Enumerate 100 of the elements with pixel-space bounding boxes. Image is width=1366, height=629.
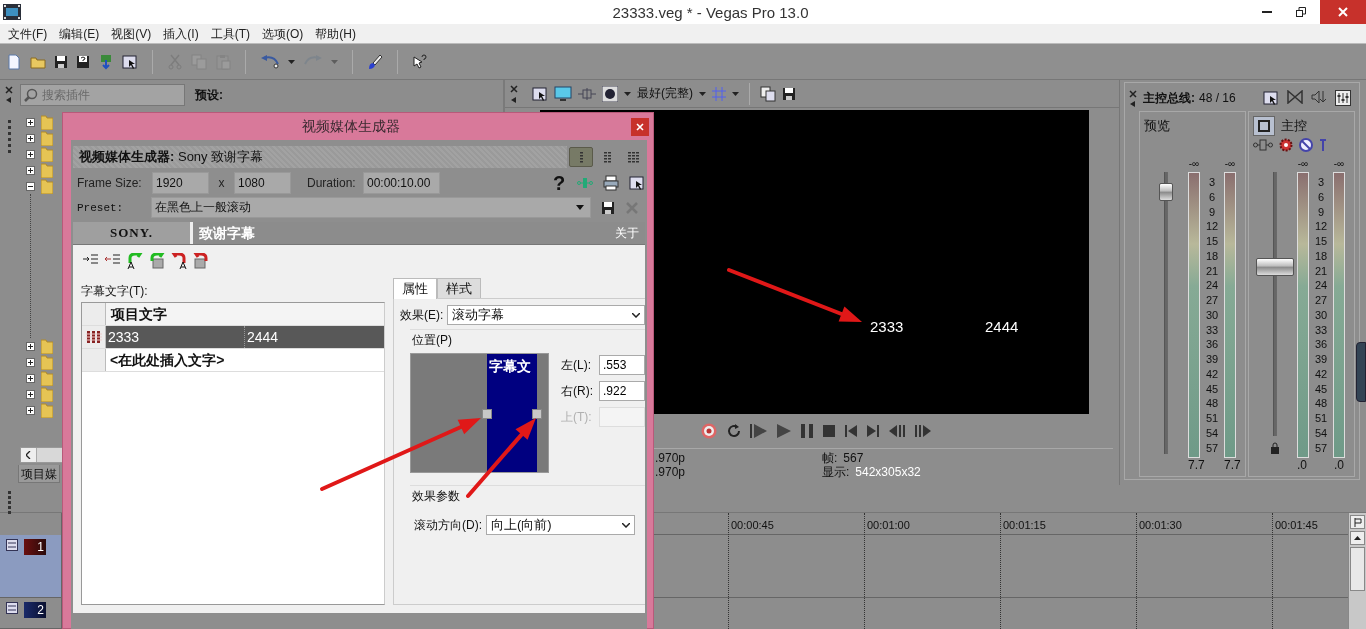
print-icon[interactable]: [603, 175, 619, 191]
grip-icon[interactable]: [8, 491, 11, 515]
loop-icon[interactable]: [726, 423, 742, 439]
expand-toggle[interactable]: [26, 389, 35, 399]
previous-frame-icon[interactable]: [888, 424, 906, 438]
help-button[interactable]: ?: [551, 173, 567, 193]
save-as-icon[interactable]: [76, 54, 90, 69]
app-icon[interactable]: [3, 4, 21, 20]
expand-toggle[interactable]: [26, 373, 35, 383]
expand-toggle[interactable]: [26, 341, 35, 351]
expand-toggle[interactable]: [26, 165, 35, 175]
downmix-icon[interactable]: [1287, 90, 1303, 104]
back-arrow-box-icon[interactable]: [193, 253, 209, 269]
help-pointer-icon[interactable]: [412, 53, 428, 70]
resize-handle[interactable]: [532, 409, 543, 419]
properties-icon[interactable]: [122, 53, 138, 70]
lock-icon[interactable]: [1270, 442, 1280, 454]
mixer-icon[interactable]: [1335, 90, 1351, 106]
record-icon[interactable]: [700, 422, 718, 440]
menu-item[interactable]: 工具(T): [204, 25, 256, 42]
expand-toggle[interactable]: [26, 133, 35, 143]
properties-icon[interactable]: [629, 175, 645, 191]
scroll-left-button[interactable]: [21, 448, 37, 462]
menu-item[interactable]: 编辑(E): [53, 25, 106, 42]
save-preset-icon[interactable]: [601, 200, 615, 215]
save-icon[interactable]: [54, 54, 68, 69]
close-icon[interactable]: [1129, 89, 1137, 98]
position-field[interactable]: .922: [599, 381, 645, 401]
close-button[interactable]: [1320, 0, 1366, 24]
brush-icon[interactable]: [367, 53, 383, 70]
caret-icon[interactable]: [624, 91, 631, 96]
menu-item[interactable]: 帮助(H): [309, 25, 362, 42]
tab[interactable]: 样式: [437, 278, 481, 298]
width-field[interactable]: 1920: [152, 172, 209, 194]
marker-button[interactable]: [1350, 515, 1365, 529]
go-to-end-icon[interactable]: [866, 424, 880, 438]
caption-row[interactable]: 2333 2444: [82, 326, 384, 349]
channel-button[interactable]: [1253, 116, 1275, 136]
position-field[interactable]: .553: [599, 355, 645, 375]
close-button[interactable]: [631, 117, 649, 136]
monitor-icon[interactable]: [554, 85, 572, 102]
view-mode-button[interactable]: [569, 147, 594, 167]
page-icon[interactable]: [6, 53, 22, 70]
go-to-start-icon[interactable]: [844, 424, 858, 438]
speaker-arrow-icon[interactable]: [1311, 90, 1327, 104]
dropdown-caret-icon[interactable]: [288, 59, 295, 64]
caption-row[interactable]: <在此处插入文字>: [82, 349, 384, 372]
tab[interactable]: 属性: [393, 278, 437, 299]
menu-item[interactable]: 插入(I): [157, 25, 205, 42]
grip-icon[interactable]: [7, 120, 11, 156]
direction-dropdown[interactable]: 向上(向前): [486, 515, 635, 535]
expand-toggle[interactable]: [26, 117, 35, 127]
stop-icon[interactable]: [822, 424, 836, 438]
panel-tab[interactable]: 项目媒: [18, 465, 60, 483]
pin-icon[interactable]: [1130, 100, 1136, 107]
pin-icon[interactable]: [511, 96, 517, 103]
preset-dropdown[interactable]: 在黑色上一般滚动: [151, 197, 591, 218]
height-field[interactable]: 1080: [234, 172, 291, 194]
menu-item[interactable]: 选项(O): [256, 25, 310, 42]
fader-handle[interactable]: [1256, 258, 1294, 277]
menu-item[interactable]: 文件(F): [2, 25, 54, 42]
caption-region[interactable]: 字幕文: [486, 354, 538, 472]
pin-icon[interactable]: [6, 97, 12, 103]
copy-frame-icon[interactable]: [760, 85, 776, 102]
next-frame-icon[interactable]: [914, 424, 932, 438]
back-arrow-letter-icon[interactable]: [171, 253, 187, 269]
expand-toggle[interactable]: [26, 181, 35, 191]
menu-item[interactable]: 视图(V): [105, 25, 158, 42]
pause-icon[interactable]: [800, 423, 814, 439]
track-header[interactable]: 2: [0, 598, 61, 629]
expand-toggle[interactable]: [26, 357, 35, 367]
properties-icon[interactable]: [1263, 90, 1279, 106]
fader-handle[interactable]: [1159, 182, 1173, 201]
caret-icon[interactable]: [732, 91, 739, 96]
overlay-icon[interactable]: [602, 85, 618, 102]
resize-handle[interactable]: [481, 409, 492, 419]
play-from-start-icon[interactable]: [750, 423, 768, 439]
properties-icon[interactable]: [532, 85, 548, 102]
expand-toggle[interactable]: [26, 405, 35, 415]
position-preview[interactable]: 字幕文: [410, 353, 549, 473]
play-icon[interactable]: [776, 423, 792, 439]
expand-toggle[interactable]: [26, 149, 35, 159]
track-header[interactable]: 1: [0, 535, 61, 598]
arrow-letter-icon[interactable]: [127, 253, 143, 269]
duration-field[interactable]: 00:00:10.00: [363, 172, 440, 194]
arrow-box-icon[interactable]: [149, 253, 165, 269]
mute-icon[interactable]: [1299, 138, 1313, 152]
caret-icon[interactable]: [699, 91, 706, 96]
vertical-scrollbar[interactable]: [1348, 513, 1366, 629]
scroll-up-button[interactable]: [1350, 531, 1365, 545]
scrollbar-thumb[interactable]: [1350, 547, 1365, 591]
save-frame-icon[interactable]: [782, 86, 796, 101]
close-icon[interactable]: [510, 84, 518, 93]
collapse-icon[interactable]: [6, 539, 18, 551]
close-icon[interactable]: [5, 86, 13, 94]
gear-icon[interactable]: [1279, 138, 1293, 152]
effect-dropdown[interactable]: 滚动字幕: [447, 305, 645, 325]
quality-dropdown[interactable]: 最好(完整): [637, 85, 693, 102]
meter-grip[interactable]: [1356, 342, 1366, 402]
collapse-icon[interactable]: [6, 602, 18, 614]
